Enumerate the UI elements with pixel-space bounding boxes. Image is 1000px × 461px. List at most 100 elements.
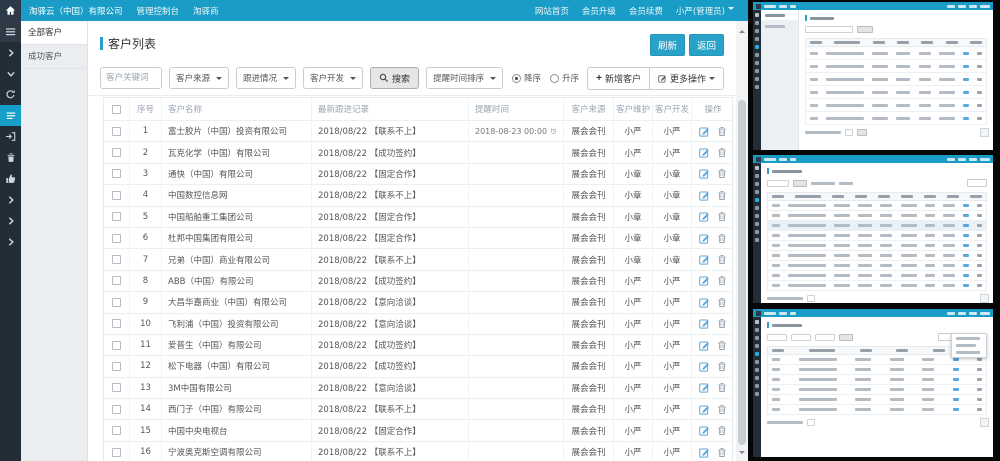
delete-icon[interactable] <box>717 190 727 201</box>
delete-icon[interactable] <box>717 168 727 179</box>
preview-screenshot-1[interactable] <box>753 2 993 150</box>
edit-icon[interactable] <box>699 233 710 244</box>
sidebar-item-all-customers[interactable]: 全部客户 <box>21 21 87 45</box>
delete-icon[interactable] <box>717 361 727 372</box>
remind-sort-select[interactable]: 提醒时间排序 <box>426 67 503 89</box>
preview-screenshot-3[interactable] <box>753 309 993 457</box>
row-checkbox[interactable] <box>112 255 121 264</box>
nav-item-site-home[interactable]: 网站首页 <box>535 5 569 17</box>
sidebar-group-3[interactable] <box>0 210 21 231</box>
sidebar-item-success-customers[interactable]: 成功客户 <box>21 45 87 69</box>
nav-item-shop[interactable]: 淘驿商 <box>193 5 219 17</box>
sidebar-group-expanded[interactable] <box>0 63 21 84</box>
sidebar-export-item[interactable] <box>0 126 21 147</box>
back-button[interactable]: 返回 <box>689 34 724 56</box>
delete-icon[interactable] <box>717 126 727 137</box>
edit-icon[interactable] <box>699 340 710 351</box>
scrollbar-thumb[interactable] <box>738 100 746 445</box>
nav-item-console[interactable]: 管理控制台 <box>137 5 180 17</box>
nav-item-member-renew[interactable]: 会员续费 <box>629 5 663 17</box>
menu-toggle-button[interactable] <box>0 21 21 42</box>
edit-icon[interactable] <box>699 168 710 179</box>
delete-icon[interactable] <box>717 297 727 308</box>
source-select[interactable]: 客户来源 <box>169 67 229 89</box>
row-checkbox[interactable] <box>112 191 121 200</box>
sidebar-group-4[interactable] <box>0 231 21 252</box>
nav-item-member-upgrade[interactable]: 会员升级 <box>582 5 616 17</box>
edit-icon[interactable] <box>699 447 710 458</box>
sidebar-group-2[interactable] <box>0 189 21 210</box>
edit-icon[interactable] <box>699 382 710 393</box>
scroll-down-arrow[interactable] <box>739 451 745 457</box>
row-checkbox[interactable] <box>112 212 121 221</box>
delete-icon[interactable] <box>717 340 727 351</box>
table-row: 2 瓦克化学（中国）有限公司 2018/08/22 【成功签约】 展会会刊 小严… <box>104 141 732 162</box>
customer-name: 爱普生（中国）有限公司 <box>162 335 312 355</box>
customer-name: 3M中国有限公司 <box>162 378 312 398</box>
row-checkbox[interactable] <box>112 148 121 157</box>
chevron-down-icon <box>6 69 16 79</box>
sidebar-customer-list-item[interactable] <box>0 105 21 126</box>
sidebar-group-1[interactable] <box>0 42 21 63</box>
delete-icon[interactable] <box>717 233 727 244</box>
edit-icon[interactable] <box>699 254 710 265</box>
row-checkbox[interactable] <box>112 169 121 178</box>
home-button[interactable] <box>0 0 21 21</box>
row-checkbox[interactable] <box>112 127 121 136</box>
delete-icon[interactable] <box>717 147 727 158</box>
followup-select[interactable]: 跟进情况 <box>236 67 296 89</box>
row-checkbox[interactable] <box>112 276 121 285</box>
add-customer-button[interactable]: 新增客户 <box>587 67 650 90</box>
delete-icon[interactable] <box>717 211 727 222</box>
row-checkbox[interactable] <box>112 448 121 457</box>
customer-name: 富士胶片（中国）投资有限公司 <box>162 121 312 141</box>
alarm-icon[interactable] <box>550 126 557 136</box>
edit-icon[interactable] <box>699 190 710 201</box>
more-actions-button[interactable]: 更多操作 <box>649 67 724 90</box>
delete-icon[interactable] <box>717 404 727 415</box>
delete-icon[interactable] <box>717 425 727 436</box>
sidebar-success-item[interactable] <box>0 168 21 189</box>
edit-icon[interactable] <box>699 126 710 137</box>
edit-icon[interactable] <box>699 297 710 308</box>
refresh-button[interactable]: 刷新 <box>650 34 685 56</box>
edit-icon[interactable] <box>699 147 710 158</box>
search-button[interactable]: 搜索 <box>370 67 419 89</box>
row-checkbox[interactable] <box>112 426 121 435</box>
user-account-menu[interactable]: 小严(管理员) <box>676 5 734 17</box>
preview-screenshot-2[interactable] <box>753 155 993 303</box>
row-checkbox[interactable] <box>112 234 121 243</box>
edit-icon[interactable] <box>699 425 710 436</box>
row-checkbox[interactable] <box>112 319 121 328</box>
scroll-up-arrow[interactable] <box>739 27 745 33</box>
develop-select[interactable]: 客户开发 <box>303 67 363 89</box>
delete-icon[interactable] <box>717 318 727 329</box>
edit-icon[interactable] <box>699 275 710 286</box>
delete-icon[interactable] <box>717 382 727 393</box>
edit-icon[interactable] <box>699 318 710 329</box>
customer-maintainer: 小严 <box>614 314 653 334</box>
company-brand[interactable]: 淘驿云（中国）有限公司 <box>29 5 123 17</box>
edit-icon[interactable] <box>699 361 710 372</box>
delete-icon[interactable] <box>717 275 727 286</box>
row-checkbox[interactable] <box>112 298 121 307</box>
edit-icon[interactable] <box>699 404 710 415</box>
row-checkbox[interactable] <box>112 341 121 350</box>
page-title: 客户列表 <box>108 35 156 52</box>
sidebar-followup-item[interactable] <box>0 84 21 105</box>
row-checkbox[interactable] <box>112 405 121 414</box>
keyword-input[interactable] <box>100 67 162 89</box>
vertical-scrollbar[interactable] <box>736 21 748 461</box>
sort-asc-radio[interactable]: 升序 <box>550 72 579 84</box>
row-index: 13 <box>130 378 162 398</box>
select-all-checkbox[interactable] <box>112 105 121 114</box>
edit-icon[interactable] <box>699 211 710 222</box>
sort-desc-radio[interactable]: 降序 <box>512 72 541 84</box>
delete-icon[interactable] <box>717 254 727 265</box>
thumb-navbar <box>753 2 993 10</box>
row-checkbox[interactable] <box>112 383 121 392</box>
customer-developer: 小章 <box>653 185 692 205</box>
delete-icon[interactable] <box>717 447 727 458</box>
sidebar-recycle-item[interactable] <box>0 147 21 168</box>
row-checkbox[interactable] <box>112 362 121 371</box>
